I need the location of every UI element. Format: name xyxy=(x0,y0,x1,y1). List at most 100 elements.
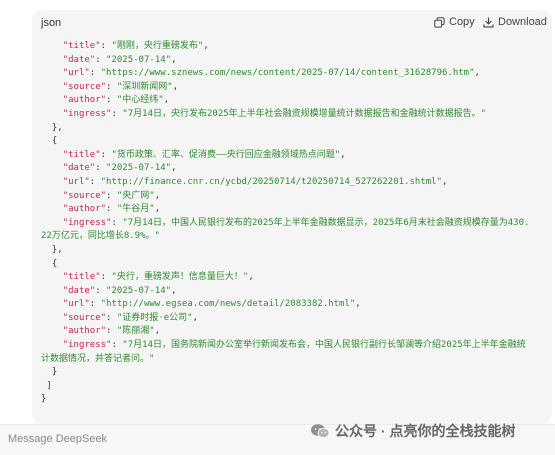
json-punct: : xyxy=(106,190,117,201)
code-line: "ingress": "7月14日，央行发布2025年上半年社会融资规模增量统计… xyxy=(41,108,548,122)
json-string: "中心经纬" xyxy=(116,95,164,106)
json-string: "7月14日，国务院新闻办公室举行新闻发布会，中国人民银行副行长邹澜等介绍202… xyxy=(122,340,526,351)
json-punct: : xyxy=(111,108,123,119)
code-line: "source": "深圳新闻网", xyxy=(41,81,548,95)
code-line: { xyxy=(41,135,548,149)
json-key: "source" xyxy=(62,81,107,92)
json-punct xyxy=(41,109,63,119)
json-punct: : xyxy=(95,54,107,65)
json-key: "date" xyxy=(62,54,96,65)
code-block-header: json Copy Download xyxy=(32,10,552,38)
download-button[interactable]: Download xyxy=(483,16,547,28)
json-punct: : xyxy=(100,149,112,160)
code-line: "title": "央行，重磅发声！信息量巨大！", xyxy=(41,271,548,285)
json-string: "牛谷月" xyxy=(116,204,155,215)
json-punct: : xyxy=(100,272,112,283)
json-string: 计数据情况，并答记者问。" xyxy=(41,353,155,364)
json-key: "ingress" xyxy=(62,217,112,228)
json-key: "url" xyxy=(62,299,90,310)
code-line: "author": "陈丽湘", xyxy=(41,325,548,339)
json-string: "2025-07-14" xyxy=(106,285,172,296)
json-key: "author" xyxy=(62,95,107,106)
code-line: "date": "2025-07-14", xyxy=(41,162,548,176)
json-punct: }, xyxy=(41,244,63,255)
copy-icon xyxy=(434,16,445,28)
json-string: "7月14日，中国人民银行发布的2025年上半年金融数据显示，2025年6月末社… xyxy=(122,217,530,228)
json-punct xyxy=(41,204,63,214)
json-punct: , xyxy=(474,68,480,79)
json-key: "title" xyxy=(62,272,101,283)
code-line: "ingress": "7月14日，中国人民银行发布的2025年上半年金融数据显… xyxy=(41,217,548,231)
json-punct xyxy=(41,150,63,160)
json-punct: { xyxy=(41,136,58,147)
json-punct: , xyxy=(248,272,254,283)
json-key: "url" xyxy=(62,68,90,79)
json-punct: : xyxy=(95,285,107,296)
copy-button[interactable]: Copy xyxy=(434,16,475,28)
json-punct: : xyxy=(89,176,101,187)
code-line: "author": "中心经纬", xyxy=(41,94,548,108)
code-line: 计数据情况，并答记者问。" xyxy=(41,353,548,367)
json-string: "2025-07-14" xyxy=(106,163,172,174)
json-punct: , xyxy=(154,190,161,201)
json-punct: : xyxy=(106,95,117,106)
json-key: "ingress" xyxy=(62,340,112,351)
wechat-icon xyxy=(311,424,330,438)
code-content: "title": "刚刚，央行重磅发布", "date": "2025-07-1… xyxy=(41,40,548,407)
json-punct xyxy=(41,299,63,309)
code-line: "source": "央广网", xyxy=(41,190,548,204)
json-punct: { xyxy=(41,258,58,269)
json-punct: , xyxy=(171,163,177,174)
code-line: }, xyxy=(41,244,548,258)
json-key: "ingress" xyxy=(62,108,112,119)
json-punct: : xyxy=(106,81,117,92)
code-line: "date": "2025-07-14", xyxy=(41,54,548,68)
json-punct: : xyxy=(89,68,101,79)
json-punct: : xyxy=(106,312,117,323)
json-punct xyxy=(41,55,63,65)
json-punct: , xyxy=(192,312,198,323)
json-key: "date" xyxy=(62,285,96,296)
json-string: "7月14日，央行发布2025年上半年社会融资规模增量统计数据报告和金融统计数据… xyxy=(122,108,487,119)
json-punct: : xyxy=(100,41,112,51)
json-punct xyxy=(41,313,63,323)
code-line: "url": "https://www.sznews.com/news/cont… xyxy=(41,67,548,81)
message-placeholder: Message DeepSeek xyxy=(8,433,108,445)
json-punct: : xyxy=(111,340,123,351)
watermark-text: 公众号 · 点亮你的全栈技能树 xyxy=(335,423,516,439)
json-punct: , xyxy=(172,81,179,92)
code-line: ] xyxy=(41,380,548,394)
json-punct xyxy=(41,95,63,105)
json-punct xyxy=(41,177,63,187)
json-string: "深圳新闻网" xyxy=(116,81,173,92)
json-punct: , xyxy=(203,41,209,51)
json-key: "title" xyxy=(62,41,101,51)
download-label: Download xyxy=(498,16,547,28)
code-line: "url": "http://www.egsea.com/news/detail… xyxy=(41,298,548,312)
code-line: "source": "证券时报·e公司", xyxy=(41,312,548,326)
json-punct: } xyxy=(41,367,58,378)
code-line: "title": "刚刚，央行重磅发布", xyxy=(41,40,548,54)
code-line: "date": "2025-07-14", xyxy=(41,285,548,299)
watermark: 公众号 · 点亮你的全栈技能树 xyxy=(310,421,515,441)
json-string: 22万亿元，同比增长8.9%。" xyxy=(41,231,160,242)
json-punct xyxy=(41,82,63,92)
json-punct xyxy=(41,326,63,336)
json-string: "http://finance.cnr.cn/ycbd/20250714/t20… xyxy=(100,176,442,187)
json-punct: , xyxy=(171,285,177,296)
code-line: 22万亿元，同比增长8.9%。" xyxy=(41,230,548,244)
json-punct xyxy=(41,191,63,201)
download-icon xyxy=(483,16,494,27)
json-punct xyxy=(41,286,63,296)
json-key: "date" xyxy=(62,163,96,174)
json-punct: : xyxy=(89,299,101,310)
json-key: "author" xyxy=(62,204,107,215)
copy-label: Copy xyxy=(449,16,475,28)
code-line: } xyxy=(41,366,548,380)
json-string: "央行，重磅发声！信息量巨大！" xyxy=(111,272,249,283)
code-block: json Copy Download "title": "刚刚，央行重磅发布",… xyxy=(32,10,552,424)
json-punct xyxy=(41,340,63,350)
json-string: "货币政策、汇率、促消费——央行回应金融领域热点问题" xyxy=(111,149,341,160)
json-punct xyxy=(41,163,63,173)
json-punct xyxy=(41,272,63,282)
